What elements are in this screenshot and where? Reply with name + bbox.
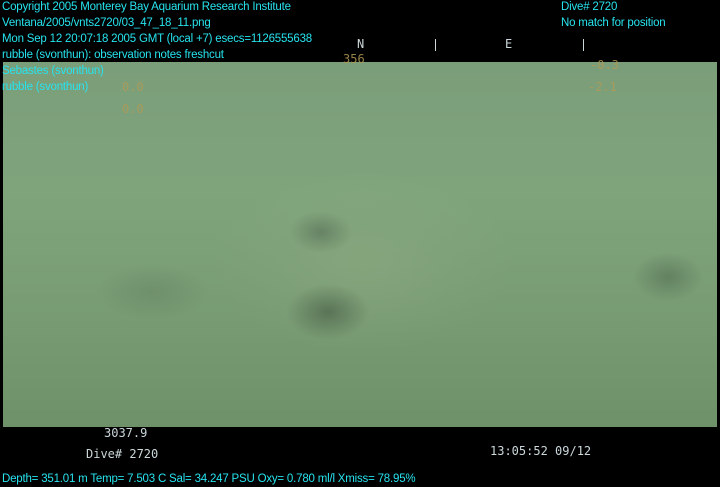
seafloor-image <box>3 62 717 427</box>
position-status: No match for position <box>561 17 666 29</box>
dive-number: Dive# 2720 <box>561 1 618 13</box>
sensor-readout-line: Depth= 351.01 m Temp= 7.503 C Sal= 34.24… <box>2 473 416 485</box>
annotation-line: rubble (svonthun) <box>2 81 89 93</box>
right-osd-value-2: -2.1 <box>588 80 617 94</box>
compass-east-label: E <box>505 37 513 51</box>
left-osd-value-2: 0.0 <box>122 102 144 116</box>
annotation-line: rubble (svonthun): observation notes fre… <box>2 49 224 61</box>
image-path-line: Ventana/2005/vnts2720/03_47_18_11.png <box>2 17 211 29</box>
compass-north-label: N <box>357 37 365 51</box>
overlay-top-left: Copyright 2005 Monterey Bay Aquarium Res… <box>2 0 312 95</box>
annotation-line: Sebastes (svonthun) <box>2 65 104 77</box>
dive-osd-label: Dive# 2720 <box>86 447 159 461</box>
compass-tick <box>583 39 584 51</box>
timestamp-osd: 13:05:52 09/12 <box>490 444 592 458</box>
right-osd-value-1: -0.3 <box>590 58 619 72</box>
depth-osd-readout: 3037.9 <box>104 426 148 440</box>
compass-tick <box>435 39 436 51</box>
datetime-line: Mon Sep 12 20:07:18 2005 GMT (local +7) … <box>2 33 312 45</box>
overlay-top-right: Dive# 2720 No match for position <box>561 0 666 31</box>
copyright-line: Copyright 2005 Monterey Bay Aquarium Res… <box>2 1 291 13</box>
heading-readout: 356 <box>343 52 365 66</box>
